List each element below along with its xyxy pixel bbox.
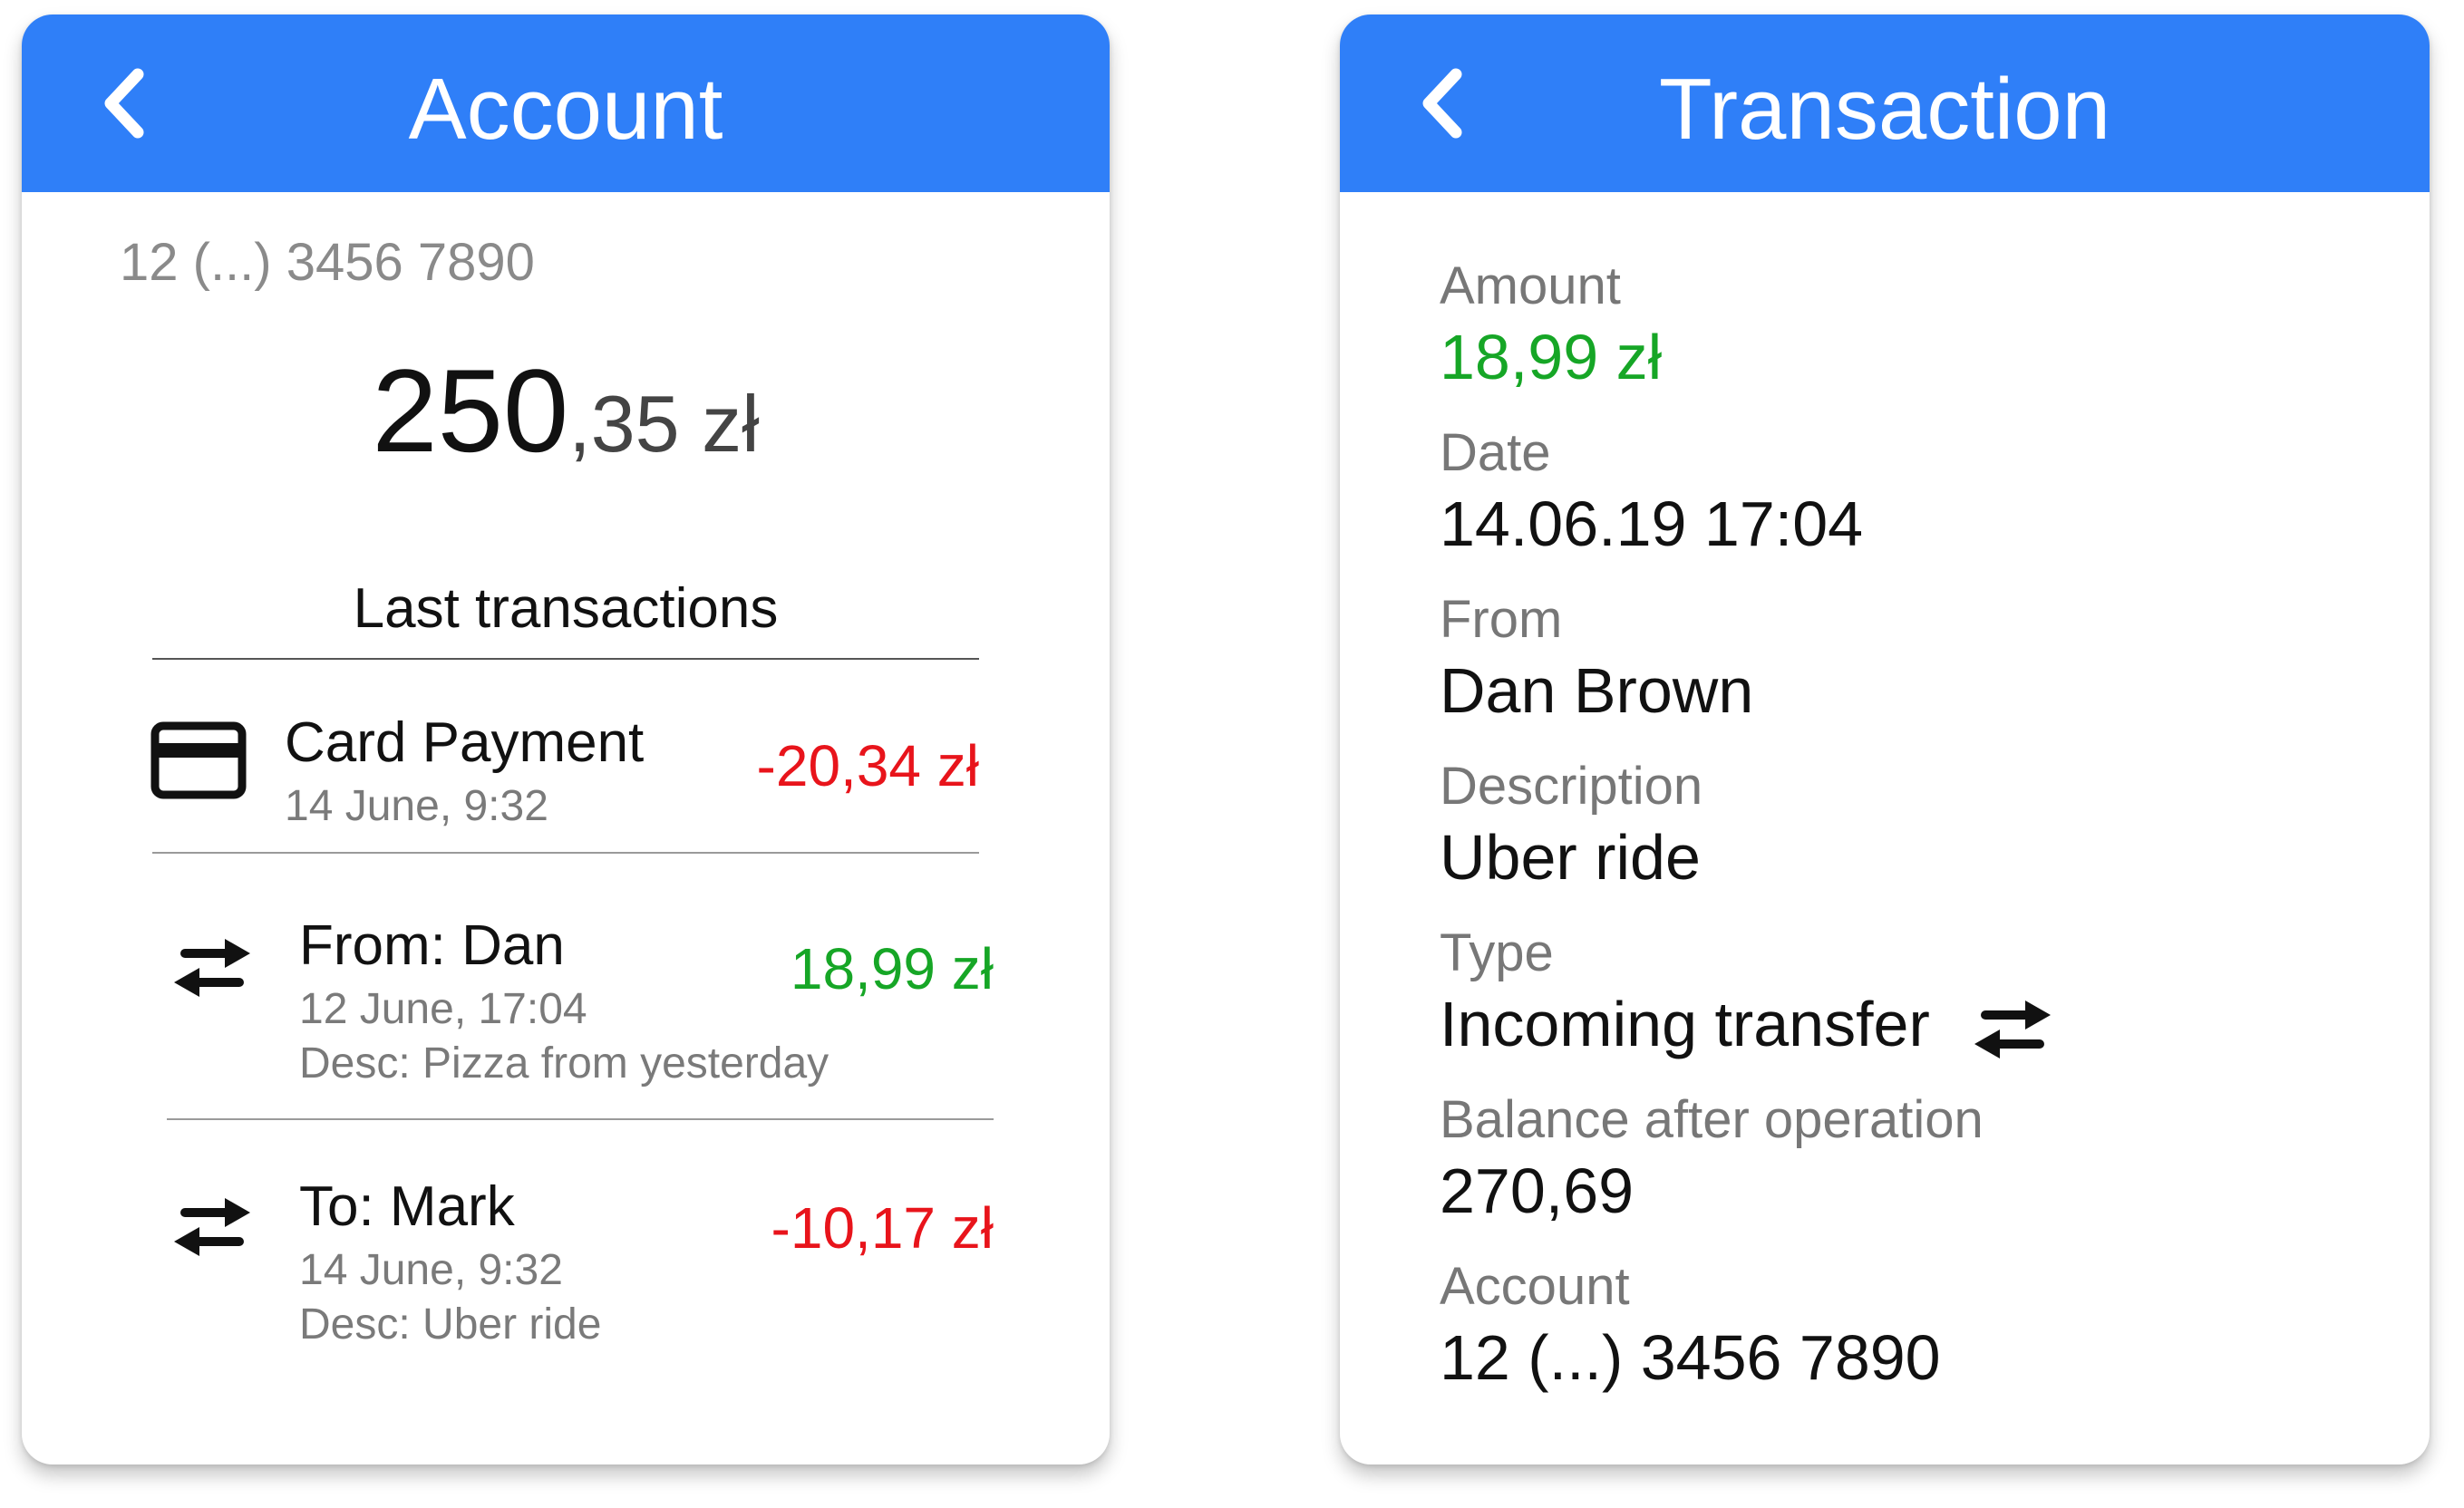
amount-value: 18,99 zł — [1440, 322, 1663, 392]
account-number: 12 (...) 3456 7890 — [120, 233, 535, 292]
transaction-amount: -20,34 zł — [756, 733, 979, 798]
date-value: 14.06.19 17:04 — [1440, 488, 1864, 559]
account-screen: Account 12 (...) 3456 7890 250,35 zł Las… — [22, 14, 1110, 1464]
transaction-header: Transaction — [1340, 14, 2430, 192]
transaction-amount: -10,17 zł — [771, 1195, 994, 1261]
balance-integer: 250 — [372, 344, 569, 477]
transaction-description: Desc: Pizza from yesterday — [299, 1039, 829, 1088]
from-label: From — [1440, 590, 1563, 649]
transaction-title: From: Dan — [299, 914, 565, 977]
row-divider — [167, 1118, 994, 1120]
account-value: 12 (...) 3456 7890 — [1440, 1322, 1941, 1393]
type-value: Incoming transfer — [1440, 989, 1930, 1059]
transaction-title: To: Mark — [299, 1175, 515, 1238]
transaction-title: Card Payment — [285, 711, 645, 774]
balance-after-label: Balance after operation — [1440, 1090, 1984, 1149]
last-transactions-heading: Last transactions — [353, 577, 779, 640]
transaction-description: Desc: Uber ride — [299, 1300, 602, 1348]
transfer-arrows-icon — [1974, 1000, 2051, 1058]
balance-after-value: 270,69 — [1440, 1155, 1635, 1226]
transfer-arrows-icon — [174, 1198, 250, 1256]
balance-decimal: ,35 zł — [568, 379, 760, 469]
amount-label: Amount — [1440, 256, 1621, 315]
date-label: Date — [1440, 423, 1551, 482]
from-value: Dan Brown — [1440, 655, 1754, 726]
account-balance: 250,35 zł — [22, 343, 1110, 478]
transaction-date: 14 June, 9:32 — [299, 1246, 563, 1294]
transaction-date: 14 June, 9:32 — [285, 782, 548, 830]
credit-card-icon — [150, 721, 247, 799]
transfer-arrows-icon — [174, 939, 250, 997]
page-title: Transaction — [1659, 61, 2110, 158]
description-value: Uber ride — [1440, 822, 1701, 893]
row-divider — [152, 852, 979, 854]
description-label: Description — [1440, 757, 1703, 816]
type-label: Type — [1440, 923, 1554, 982]
transaction-screen: Transaction Amount 18,99 zł Date 14.06.1… — [1340, 14, 2430, 1464]
transaction-date: 12 June, 17:04 — [299, 985, 587, 1033]
page-title: Account — [408, 61, 723, 158]
account-header: Account — [22, 14, 1110, 192]
transaction-amount: 18,99 zł — [790, 936, 994, 1001]
section-divider — [152, 658, 979, 660]
account-label: Account — [1440, 1257, 1630, 1316]
